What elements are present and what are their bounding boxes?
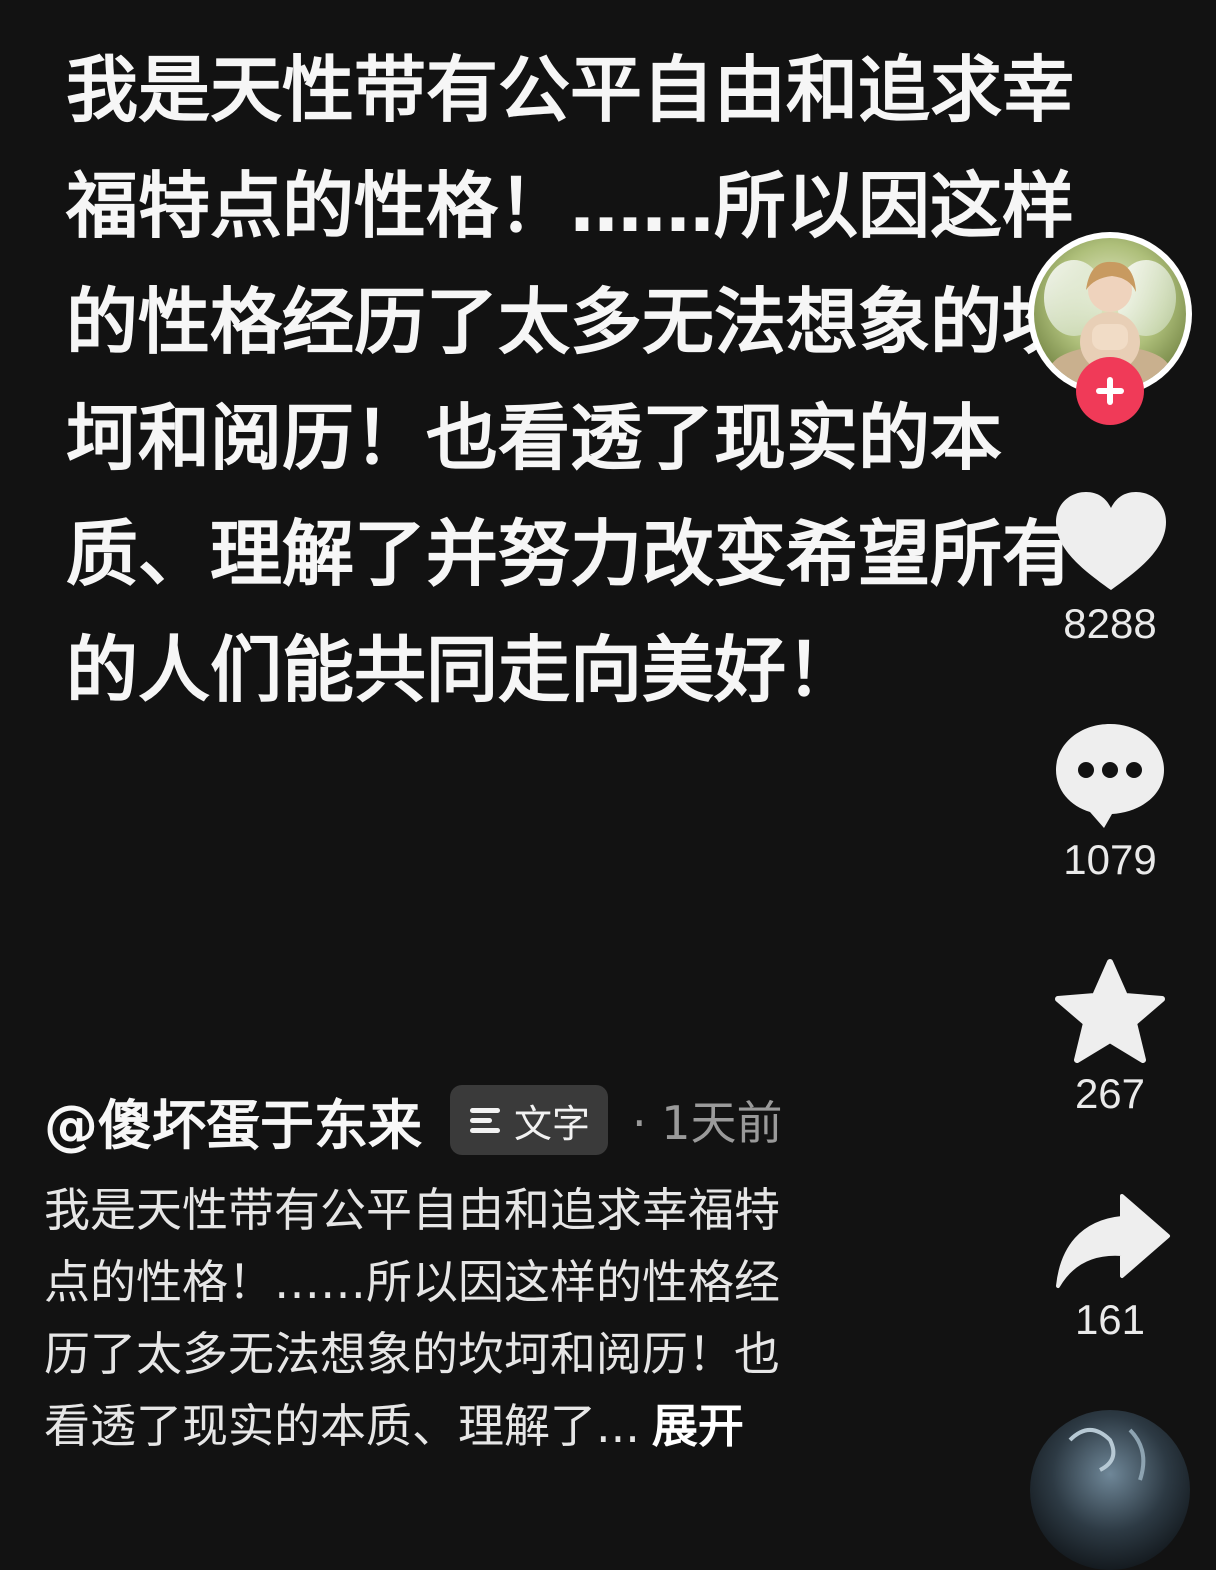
star-icon [1055, 959, 1165, 1063]
overlay-line: 质、理解了并努力改变希望所有 [66, 512, 1075, 596]
tag-label: 文字 [514, 1101, 591, 1146]
like-count: 8288 [1063, 600, 1157, 647]
text-lines-icon [470, 1108, 500, 1133]
video-stage[interactable]: 我是天性带有公平自由和追求幸 福特点的性格！……所以因这样 的性格经历了太多无法… [0, 0, 1216, 1570]
favorite-button[interactable]: 267 [1040, 952, 1180, 1132]
share-icon [1056, 1194, 1170, 1288]
comment-button[interactable]: 1079 [1040, 716, 1180, 896]
music-disc-avatar[interactable] [1030, 1410, 1190, 1570]
like-button[interactable]: 8288 [1040, 480, 1180, 660]
share-count: 161 [1074, 1296, 1146, 1343]
overlay-line: 的性格经历了太多无法想象的坎 [66, 280, 1075, 364]
author-row: @傻坏蛋于东来 文字 · 1天前 [44, 1082, 783, 1158]
text-tag[interactable]: 文字 [450, 1085, 609, 1155]
post-time: · 1天前 [632, 1096, 783, 1150]
description-line: 看透了现实的本质、理解了... [44, 1399, 640, 1453]
video-overlay-text: 我是天性带有公平自由和追求幸 福特点的性格！……所以因这样 的性格经历了太多无法… [66, 32, 1084, 728]
post-description: 我是天性带有公平自由和追求幸福特 点的性格！……所以因这样的性格经 历了太多无法… [44, 1174, 884, 1462]
plus-icon [1096, 377, 1124, 405]
comment-icon [1056, 724, 1164, 828]
description-line: 历了太多无法想象的坎坷和阅历！也 [44, 1327, 780, 1381]
description-line: 我是天性带有公平自由和追求幸福特 [44, 1183, 780, 1237]
overlay-line: 的人们能共同走向美好！ [66, 628, 859, 712]
overlay-line: 我是天性带有公平自由和追求幸 [66, 48, 1075, 132]
heart-icon [1056, 492, 1166, 590]
favorite-count: 267 [1074, 1070, 1146, 1117]
comment-count: 1079 [1063, 836, 1157, 883]
overlay-line: 坷和阅历！也看透了现实的本 [66, 396, 1003, 480]
description-last-line: 看透了现实的本质、理解了... 展开 [44, 1390, 884, 1462]
expand-button[interactable]: 展开 [652, 1399, 744, 1453]
share-button[interactable]: 161 [1040, 1188, 1180, 1368]
description-line: 点的性格！……所以因这样的性格经 [44, 1255, 780, 1309]
author-name[interactable]: @傻坏蛋于东来 [44, 1081, 422, 1160]
overlay-line: 福特点的性格！……所以因这样 [66, 164, 1075, 248]
follow-button[interactable] [1076, 357, 1144, 425]
